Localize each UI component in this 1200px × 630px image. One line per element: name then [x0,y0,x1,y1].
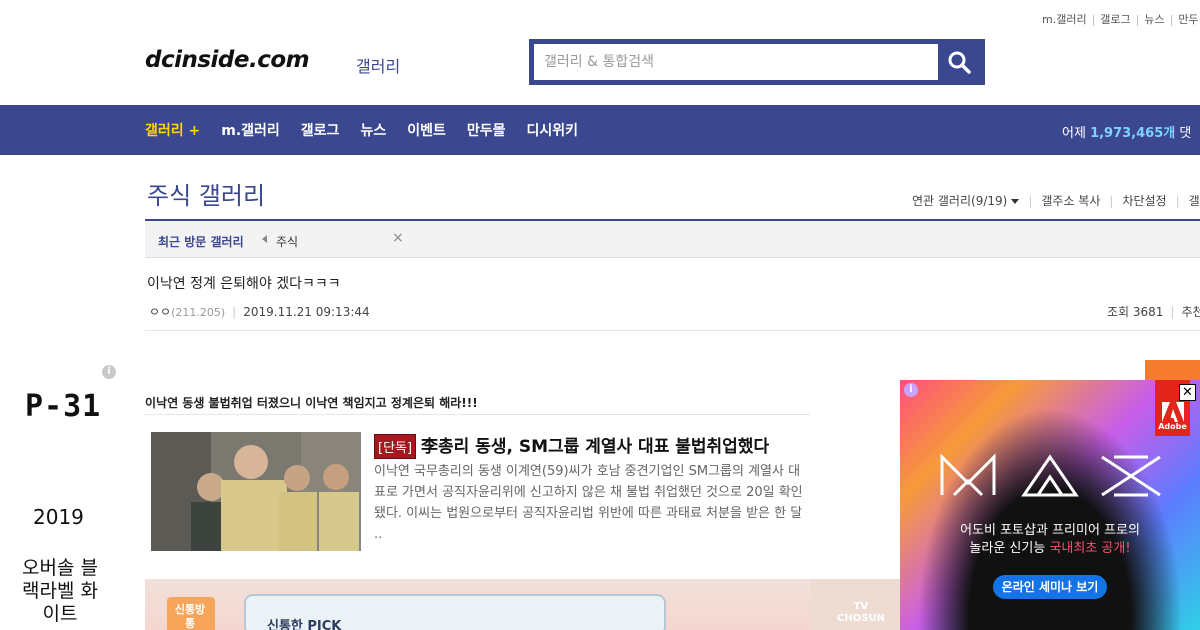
search-icon [948,51,971,74]
nav-mandu-mall[interactable]: 만두몰 [467,120,506,140]
adobe-banner-ad[interactable]: i Adobe ✕ 어도비 포토샵과 프리미어 프로의 놀라운 신기능 국내최초… [900,380,1200,630]
video-frame [167,579,900,630]
close-icon[interactable]: ✕ [1179,384,1196,401]
ad-info-icon[interactable]: i [102,365,116,379]
max-logo [940,453,1161,497]
search-button[interactable] [938,44,980,80]
close-icon[interactable]: × [392,230,404,246]
divider: | [1109,193,1114,208]
news-link-card[interactable]: [단독] 李총리 동생, SM그룹 계열사 대표 불법취업했다 이낙연 국무총리… [145,414,810,564]
news-photo [151,432,361,551]
copy-gallery-url-button[interactable]: 갤주소 복사 [1041,192,1100,209]
post-views: 조회 3681 [1107,305,1164,319]
post-author-ip: (211.205) [171,306,226,319]
recent-galleries-bar: 최근 방문 갤러리 주식 × [145,219,1200,258]
stats-count: 1,973,465개 [1090,126,1176,141]
search-input[interactable] [534,44,938,80]
video-brand: TV CHOSUN [837,601,885,624]
divider: | [232,305,237,319]
block-settings-button[interactable]: 차단설정 [1122,192,1166,209]
post-author[interactable]: ㅇㅇ [149,305,171,319]
ad-subheadline: 놀라운 신기능 국내최초 공개! [969,541,1131,556]
recent-galleries-label: 최근 방문 갤러리 [158,235,244,249]
divider: | [1135,13,1140,26]
post-date: 2019.11.21 09:13:44 [243,305,370,319]
stats-prefix: 어제 [1062,126,1086,141]
nav-m-gallery[interactable]: m.갤러리 [221,120,280,140]
ad-info-icon[interactable]: i [904,383,918,397]
daily-stats: 어제 1,973,465개 댓 [1062,122,1191,141]
video-badge: 신통방통 [174,603,206,630]
stats-suffix: 댓 [1179,126,1192,141]
exclusive-badge: [단독] [374,434,417,459]
nav-event[interactable]: 이벤트 [407,120,446,140]
ad-headline: 어도비 포토샵과 프리미어 프로의 [960,523,1140,538]
gallery-info-button[interactable]: 갤러 [1189,192,1200,209]
news-thumbnail[interactable] [151,432,361,551]
nav-gallog[interactable]: 갤로그 [301,120,340,140]
post-stats: 조회 3681 | 추천 [1107,303,1200,320]
ad-cta-button[interactable]: 온라인 세미나 보기 [993,575,1107,599]
logo-gallery-link[interactable]: 갤러리 [356,53,400,77]
site-logo[interactable]: dcinside.com [145,47,310,73]
top-util-links: m.갤러리 | 갤로그 | 뉴스 | 만두 [1042,11,1199,27]
post-body-text: 이낙연 동생 불법취업 터졌으니 이낙연 책임지고 정계은퇴 해라!!! [145,396,478,410]
side-ad-strip[interactable] [1145,360,1200,380]
main-nav: 갤러리 + m.갤러리 갤로그 뉴스 이벤트 만두몰 디시위키 어제 1,973… [0,105,1200,155]
news-summary: 이낙연 국무총리의 동생 이계연(59)씨가 호남 중견기업인 SM그룹의 계열… [374,464,803,542]
ad-highlight: 국내최초 공개! [1049,541,1131,556]
gallery-tools: 연관 갤러리(9/19) | 갤주소 복사 | 차단설정 | 갤러 [912,192,1200,209]
divider: | [1169,13,1174,26]
divider: | [1091,13,1096,26]
gallery-title[interactable]: 주식 갤러리 [147,176,265,211]
arrow-left-icon[interactable] [262,235,267,243]
left-ad-description: 오버솔 블랙라벨 화이트 [22,557,98,625]
news-headline[interactable]: 李총리 동생, SM그룹 계열사 대표 불법취업했다 [421,432,769,457]
divider: | [1028,193,1033,208]
util-link-mandu[interactable]: 만두 [1178,13,1198,26]
embedded-video-thumbnail[interactable]: 신통방통 신통한 PICK TV CHOSUN [145,579,900,630]
util-link-news[interactable]: 뉴스 [1144,13,1164,26]
post-recommend-count: 추천 [1181,305,1200,319]
adobe-wordmark: Adobe [1158,422,1187,431]
post-title: 이낙연 정계 은퇴해야 겠다ㅋㅋㅋ [147,276,341,292]
divider: | [1175,193,1180,208]
divider [145,330,1200,331]
util-link-gallog[interactable]: 갤로그 [1100,13,1130,26]
nav-news[interactable]: 뉴스 [360,120,386,140]
adobe-icon [1161,402,1184,422]
util-link-m-gallery[interactable]: m.갤러리 [1042,13,1087,26]
post-meta: ㅇㅇ(211.205) | 2019.11.21 09:13:44 [149,303,370,320]
video-caption: 신통한 PICK [267,619,342,630]
related-gallery-dropdown[interactable]: 연관 갤러리(9/19) [912,192,1020,209]
left-ad-title[interactable]: P-31 [25,389,101,424]
nav-gallery-plus[interactable]: 갤러리 + [145,120,200,140]
left-ad-year: 2019 [33,505,84,529]
divider: | [1170,305,1175,319]
nav-dcwiki[interactable]: 디시위키 [526,120,578,140]
recent-gallery-item[interactable]: 주식 [276,233,298,250]
caret-down-icon [1011,199,1020,204]
search-bar [529,39,985,85]
